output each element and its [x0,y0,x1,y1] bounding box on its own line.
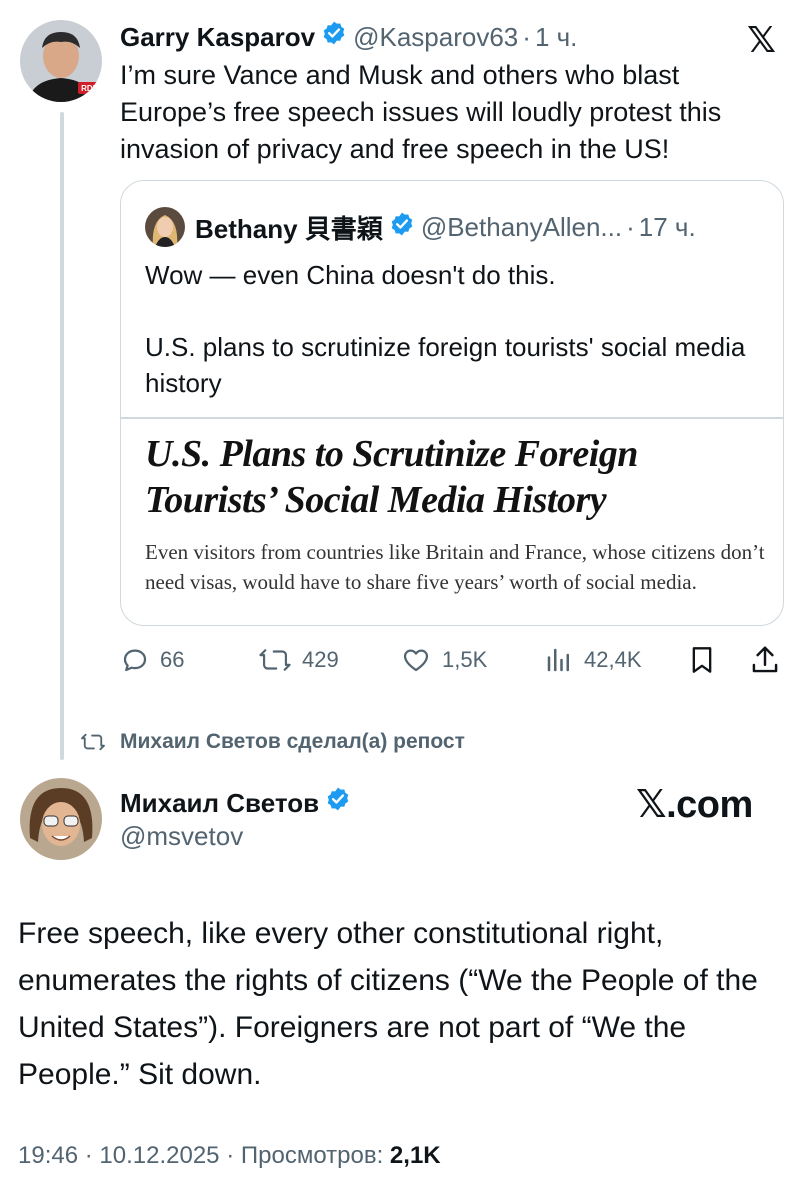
separator-dot: · [626,211,635,242]
views-count: 42,4K [584,647,642,672]
repost-icon [259,649,291,671]
reply-button[interactable]: 66 [120,640,184,680]
verified-badge-icon [389,211,415,244]
separator-dot: · [522,21,531,52]
views-button[interactable]: 42,4K [544,640,642,680]
repost-notice-text[interactable]: Михаил Светов сделал(а) репост [120,730,465,754]
avatar-kasparov[interactable]: RDI [20,20,102,102]
article-image-card[interactable]: U.S. Plans to Scrutinize Foreign Tourist… [145,431,765,597]
quote-header: Bethany 貝書穎 @BethanyAllen... · 17 ч. [145,207,696,247]
quote-text-line: Wow — even China doesn't do this. [145,260,556,290]
thread-connector-line [60,112,64,760]
tweet-meta: 19:46 · 10.12.2025 · Просмотров: 2,1K [18,1140,441,1172]
share-button[interactable] [750,640,790,680]
avatar-bethany [145,207,185,247]
x-logo-icon: 𝕏 [747,19,777,60]
article-deck: Even visitors from countries like Britai… [145,540,765,594]
quoted-tweet-card[interactable]: Bethany 貝書穎 @BethanyAllen... · 17 ч. Wow… [120,180,784,626]
repost-button[interactable]: 429 [258,640,339,680]
repost-icon [81,733,105,751]
views-count: 2,1K [389,1142,441,1169]
repost-notice: Михаил Светов сделал(а) репост [80,730,465,754]
article-headline: U.S. Plans to Scrutinize Foreign Tourist… [145,433,638,521]
verified-badge-icon [325,786,351,819]
author-name[interactable]: Garry Kasparov [120,21,315,53]
quote-author-handle: @BethanyAllen... [420,211,623,242]
quote-text: Wow — even China doesn't do this. U.S. p… [145,257,765,401]
tweet-header: Garry Kasparov @Kasparov63 · 1 ч. [120,20,577,53]
divider [121,417,783,419]
share-icon [752,646,778,673]
heart-icon [403,649,429,672]
main-author-handle[interactable]: @msvetov [120,820,243,852]
main-author-name-row: Михаил Светов [120,786,357,819]
post-date[interactable]: 10.12.2025 [99,1142,219,1169]
quote-author-name: Bethany 貝書穎 [195,213,383,244]
avatar-badge-text: RDI [81,84,95,93]
author-handle[interactable]: @Kasparov63 [353,21,518,53]
reply-count: 66 [160,647,185,672]
tweet-text: I’m sure Vance and Musk and others who b… [120,60,722,164]
quote-post-time: 17 ч. [638,211,696,242]
action-bar: 66 429 1,5K 42,4K [120,640,784,680]
post-time[interactable]: 19:46 [18,1142,78,1169]
quote-text-line: U.S. plans to scrutinize foreign tourist… [145,332,746,398]
verified-badge-icon [321,20,347,53]
analytics-icon [547,648,569,672]
avatar-svetov[interactable] [20,778,102,860]
xcom-logo: 𝕏.com [636,784,753,826]
separator-dot: · [226,1142,235,1169]
separator-dot: · [84,1142,93,1169]
like-button[interactable]: 1,5K [400,640,487,680]
reply-icon [123,649,147,672]
views-label: Просмотров: [240,1142,384,1169]
post-time[interactable]: 1 ч. [535,21,577,53]
bookmark-icon [692,647,712,673]
like-count: 1,5K [442,647,488,672]
repost-count: 429 [302,647,339,672]
bookmark-button[interactable] [688,640,726,680]
main-tweet-text: Free speech, like every other constituti… [18,917,758,1091]
main-author-name[interactable]: Михаил Светов [120,787,319,819]
